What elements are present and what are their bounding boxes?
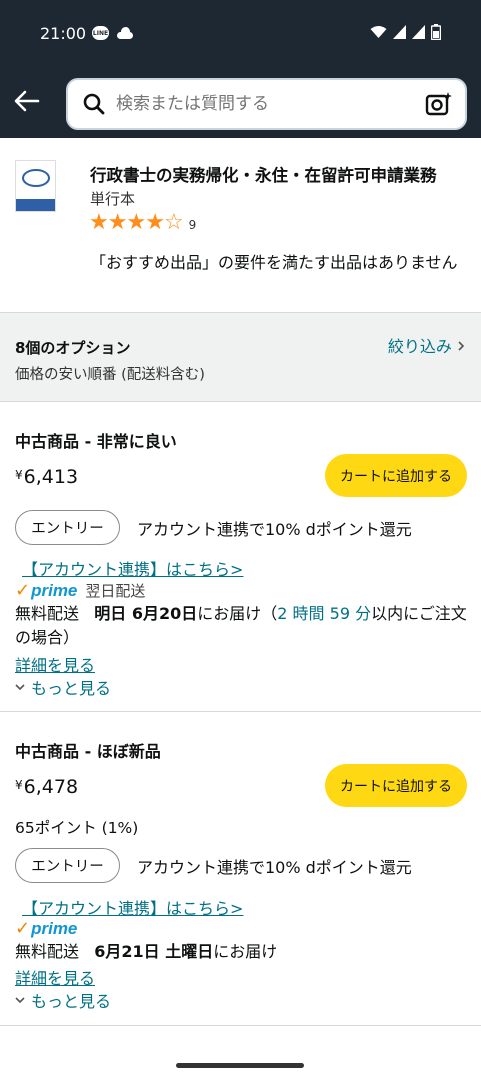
product-title[interactable]: 行政書士の実務帰化・永住・在留許可申請業務 [90,162,437,186]
offer-card: 中古商品 - 非常に良い ¥6,413 カートに追加する エントリー アカウント… [0,402,481,712]
star-empty-icon: ☆ [163,210,184,235]
options-count: 8個のオプション [15,339,131,357]
entry-promo-text: アカウント連携で10% dポイント還元 [137,858,412,877]
product-rating[interactable]: ★ ★ ★ ★ ☆ 9 [89,212,196,234]
status-time: 21:00 [40,24,87,43]
filter-link-label: 絞り込み [387,337,452,356]
delivery-countdown: 2 時間 59 分 [277,604,372,623]
signal-icon [412,25,425,39]
delivery-mid: にお届け [213,942,278,961]
delivery-info: 無料配送 6月21日 土曜日にお届け [15,940,470,964]
offer-condition: 中古商品 - 非常に良い [15,432,177,451]
price-value: 6,413 [23,466,79,488]
show-more-link[interactable]: もっと見る [15,988,111,1012]
entry-button[interactable]: エントリー [15,848,120,883]
star-full-icon: ★ [89,210,109,235]
currency-symbol: ¥ [15,468,23,482]
details-link[interactable]: 詳細を見る [15,965,95,989]
delivery-mid: にお届け（ [197,604,278,623]
signal-icon [393,25,406,39]
chevron-right-icon [458,341,465,351]
prime-check-icon: ✓ [15,580,31,601]
filter-link[interactable]: 絞り込み [388,333,465,357]
points-text: 65ポイント (1%) [15,819,139,837]
thumbnail-emblem [22,169,50,187]
prime-delivery-label: 翌日配送 [85,582,146,600]
account-link[interactable]: 【アカウント連携】はこちら> [22,556,243,580]
product-summary: 行政書士の実務帰化・永住・在留許可申請業務 単行本 ★ ★ ★ ★ ☆ 9 「お… [0,138,481,312]
show-more-link[interactable]: もっと見る [15,675,111,699]
delivery-date: 明日 6月20日 [94,604,198,623]
account-link[interactable]: 【アカウント連携】はこちら> [22,895,243,919]
camera-search-icon[interactable] [425,91,453,117]
star-full-icon: ★ [126,210,147,235]
prime-check-icon: ✓ [15,918,31,939]
prime-badge: ✓ prime [15,918,77,939]
offer-price: ¥6,413 [15,466,78,488]
add-to-cart-button[interactable]: カートに追加する [325,454,467,497]
prime-badge: ✓ prime 翌日配送 [15,580,145,601]
product-thumbnail[interactable] [15,160,56,212]
delivery-prefix: 無料配送 [15,604,80,623]
delivery-info: 無料配送 明日 6月20日にお届け（2 時間 59 分以内にご注文の場合） [15,602,470,650]
home-indicator[interactable] [176,1063,304,1068]
status-icons-right [370,24,441,40]
chevron-down-icon [15,684,25,691]
delivery-prefix: 無料配送 [15,942,80,961]
status-bar: 21:00 LINE [0,0,481,66]
add-to-cart-button[interactable]: カートに追加する [325,764,467,807]
recommended-offer-note: 「おすすめ出品」の要件を満たす出品はありません [90,253,458,272]
details-link[interactable]: 詳細を見る [15,652,95,676]
prime-logo: prime [31,918,78,938]
product-binding: 単行本 [90,190,136,208]
offer-condition: 中古商品 - ほぼ新品 [15,742,161,761]
cloud-icon [117,27,133,39]
show-more-label: もっと見る [31,992,112,1011]
options-bar: 8個のオプション 価格の安い順番 (配送料含む) 絞り込み [0,312,481,402]
battery-icon [431,24,441,40]
status-icons-left: LINE [92,26,133,40]
star-full-icon: ★ [145,210,165,235]
back-button[interactable] [12,86,42,116]
search-box[interactable] [66,78,467,130]
currency-symbol: ¥ [15,778,23,792]
sort-order: 価格の安い順番 (配送料含む) [15,367,205,383]
entry-button[interactable]: エントリー [15,510,120,545]
star-full-icon: ★ [107,210,128,235]
chevron-down-icon [15,997,25,1004]
show-more-label: もっと見る [31,679,112,698]
search-icon [83,93,105,115]
back-arrow-icon [14,90,40,112]
prime-logo: prime [31,580,78,600]
rating-count: 9 [188,218,197,232]
thumbnail-cover-band [16,199,55,211]
price-value: 6,478 [23,776,79,798]
search-header [0,66,481,138]
offer-price: ¥6,478 [15,776,78,798]
search-input[interactable] [116,94,416,114]
offer-card: 中古商品 - ほぼ新品 ¥6,478 カートに追加する 65ポイント (1%) … [0,712,481,1026]
entry-promo-text: アカウント連携で10% dポイント還元 [137,520,412,539]
line-icon: LINE [92,26,109,40]
wifi-icon [370,26,387,38]
delivery-date: 6月21日 土曜日 [94,942,214,961]
